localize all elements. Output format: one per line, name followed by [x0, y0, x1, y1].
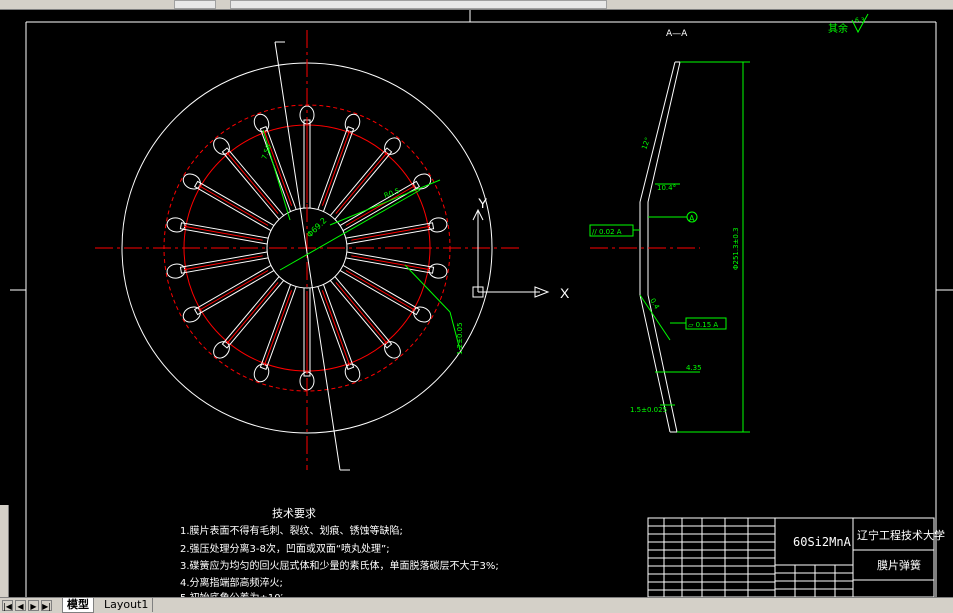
tech-title: 技术要求	[272, 507, 316, 520]
dim-angle1: 10.4°	[657, 184, 676, 192]
vertical-scrollbar[interactable]	[0, 505, 9, 597]
tab-layout1[interactable]: Layout1	[100, 598, 154, 612]
slot-end-hole	[413, 306, 432, 323]
slot-center-line	[183, 255, 263, 271]
title-university: 辽宁工程技术大学	[857, 528, 945, 542]
roughness-value: 6.3	[855, 17, 865, 24]
nav-next-button[interactable]: ▶	[28, 600, 39, 611]
slot-end-hole	[428, 263, 448, 279]
slot-end-hole	[213, 341, 230, 359]
title-part-name: 膜片弹簧	[877, 558, 921, 572]
slot-end-hole	[182, 173, 201, 190]
slot-center-line	[226, 151, 279, 214]
dim-thickness: 4.35	[686, 364, 702, 372]
toolbar-dropdown[interactable]	[230, 0, 607, 9]
tech-item: 2.强压处理分离3-8次，凹面或双面“喷丸处理”;	[180, 544, 390, 555]
slot-center-line	[321, 290, 351, 366]
ucs-icon	[472, 208, 550, 298]
dim-angle2: 12°	[640, 136, 652, 150]
slot-center-line	[226, 282, 279, 345]
roughness-label: 其余	[828, 22, 848, 35]
tech-item: 3.碟簧应为均匀的回火屈式体和少量的素氏体，单面脱落碳层不大于3%;	[180, 561, 499, 572]
slot-center-line	[198, 270, 269, 311]
dim-r2: R0.5	[383, 187, 401, 200]
nav-first-button[interactable]: |◀	[2, 600, 13, 611]
slot-center-line	[263, 290, 293, 366]
drawing-frame	[10, 10, 953, 597]
dim-height: Φ251.3±0.3	[732, 227, 740, 270]
section-profile-outer	[639, 61, 676, 433]
toolbar-strip	[0, 0, 953, 10]
slot-center-line	[198, 185, 269, 226]
slot-center-line	[263, 130, 293, 206]
slot-center-line	[351, 255, 431, 271]
slot-center-line	[183, 225, 263, 241]
slot-center-line	[321, 130, 351, 206]
slot-end-hole	[213, 137, 230, 155]
title-material: 60Si2MnA	[793, 535, 852, 549]
dim-ref-a: A	[689, 214, 695, 223]
axis-x-label: X	[560, 285, 570, 301]
slot-end-hole	[166, 263, 186, 279]
flatness-frame: ⏥ 0.15 A	[688, 321, 718, 329]
slot-end-hole	[182, 306, 201, 323]
parallel-frame: // 0.02 A	[592, 228, 622, 236]
layout-tab-bar: |◀ ◀ ▶ ▶| 模型 Layout1	[0, 597, 953, 613]
tech-item: 4.分离指端部高频淬火;	[180, 578, 283, 589]
section-view	[589, 61, 750, 433]
slot-end-hole	[413, 173, 432, 190]
tech-item: 5.初始底角公差为±10′。	[180, 589, 293, 597]
slot-center-line	[351, 225, 431, 241]
dim-center-dia: Φ69.2	[305, 216, 328, 239]
section-profile-inner	[647, 61, 681, 433]
tech-item: 1.膜片表面不得有毛刺、裂纹、划痕、锈蚀等缺陷;	[180, 526, 403, 537]
diaphragm-front-view	[95, 30, 520, 470]
slot-center-line	[335, 282, 388, 345]
nav-last-button[interactable]: ▶|	[41, 600, 52, 611]
axis-y-label: Y	[478, 195, 488, 211]
cad-drawing-canvas[interactable]: X Y 7.50 R0.5 Φ69.2 1.2±0.05 Φ251.3±0.3 …	[0, 10, 953, 597]
section-marker: A—A	[666, 29, 688, 39]
slot-center-line	[345, 270, 416, 311]
slot-end-hole	[428, 217, 448, 233]
tab-model[interactable]: 模型	[62, 598, 94, 613]
nav-prev-button[interactable]: ◀	[15, 600, 26, 611]
toolbar-button[interactable]	[174, 0, 216, 9]
slot-center-line	[345, 185, 416, 226]
slot-end-hole	[384, 137, 401, 155]
dim-width-tol: 1.2±0.05	[456, 322, 464, 355]
dim-small1: 0.4	[648, 297, 661, 311]
slot-end-hole	[384, 341, 401, 359]
slot-end-hole	[166, 217, 186, 233]
dim-bottom: 1.5±0.025	[630, 406, 667, 414]
